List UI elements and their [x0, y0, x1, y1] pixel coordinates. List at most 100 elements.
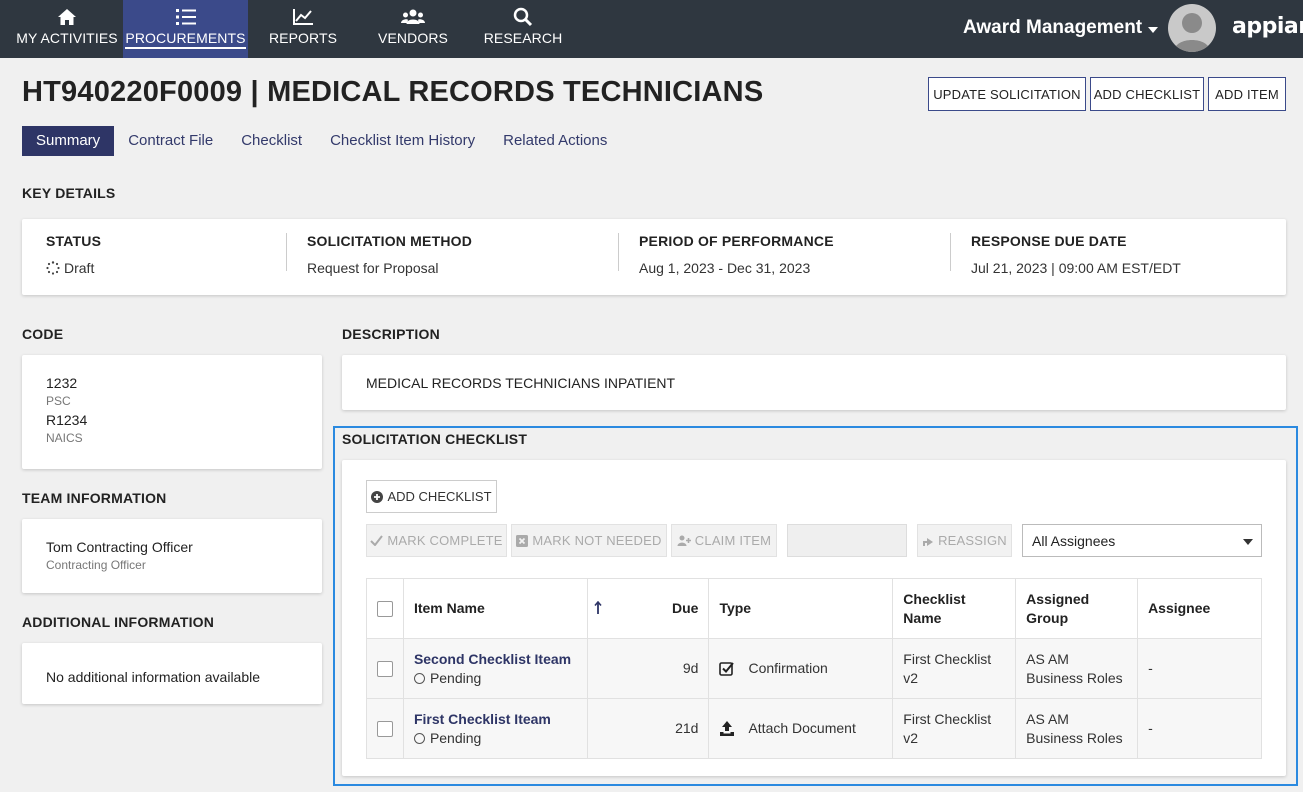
- item-name-link[interactable]: Second Checklist Iteam: [414, 650, 577, 669]
- col-checklist-name-line1: Checklist: [903, 590, 966, 607]
- status-heading: STATUS: [46, 233, 102, 249]
- table-row: First Checklist Iteam Pending 21d Attach…: [366, 698, 1262, 759]
- key-details-card: STATUS Draft SOLICITATION METHOD Request…: [22, 219, 1286, 295]
- assignee-picker-input[interactable]: [787, 524, 907, 557]
- period-heading: PERIOD OF PERFORMANCE: [639, 233, 834, 249]
- nav-label: REPORTS: [268, 30, 338, 46]
- pending-status-icon: [413, 732, 425, 744]
- chart-icon: [292, 6, 314, 28]
- top-nav-bar: MY ACTIVITIES PROCUREMENTS REPORTS VENDO…: [0, 0, 1303, 58]
- response-due-date-field: RESPONSE DUE DATE Jul 21, 2023 | 09:00 A…: [971, 233, 1181, 276]
- reassign-button[interactable]: REASSIGN: [917, 524, 1012, 557]
- divider: [286, 233, 287, 271]
- code-label: CODE: [22, 326, 64, 342]
- nav-item-research[interactable]: RESEARCH: [478, 0, 568, 58]
- item-status: Pending: [429, 669, 482, 686]
- due-cell: 21d: [586, 698, 710, 759]
- nav-label: VENDORS: [378, 30, 448, 46]
- type-cell: Attach Document: [708, 698, 894, 759]
- divider: [950, 233, 951, 271]
- users-icon: [401, 6, 425, 28]
- assigned-group-line1: AS AM: [1026, 650, 1069, 667]
- nav-label: RESEARCH: [483, 30, 563, 46]
- tab-checklist-item-history[interactable]: Checklist Item History: [316, 126, 489, 156]
- tab-related-actions[interactable]: Related Actions: [489, 126, 621, 156]
- tab-summary[interactable]: Summary: [22, 126, 115, 156]
- solicitation-method-heading: SOLICITATION METHOD: [307, 233, 473, 249]
- row-checkbox[interactable]: [376, 721, 393, 738]
- tab-checklist[interactable]: Checklist: [227, 126, 316, 156]
- type-cell: Confirmation: [708, 638, 894, 699]
- row-checkbox[interactable]: [376, 661, 393, 678]
- assignee-filter-dropdown[interactable]: All Assignees: [1022, 524, 1262, 557]
- checklist-name-cell: First Checklist v2: [892, 698, 1017, 759]
- col-due[interactable]: Due: [586, 578, 710, 639]
- add-item-button[interactable]: ADD ITEM: [1208, 77, 1286, 111]
- mark-not-needed-label: MARK NOT NEEDED: [532, 533, 662, 548]
- tab-bar: Summary Contract File Checklist Checklis…: [22, 126, 621, 156]
- col-assignee[interactable]: Assignee: [1137, 578, 1262, 639]
- item-name-cell: Second Checklist Iteam Pending: [402, 638, 588, 699]
- team-card: Tom Contracting Officer Contracting Offi…: [22, 519, 322, 593]
- assignee-cell: -: [1137, 638, 1262, 699]
- tab-contract-file[interactable]: Contract File: [114, 126, 227, 156]
- nav-item-reports[interactable]: REPORTS: [258, 0, 348, 58]
- sort-ascending-icon: [594, 601, 602, 614]
- row-select-cell: [366, 698, 404, 759]
- team-member-name: Tom Contracting Officer: [46, 539, 193, 555]
- home-icon: [57, 6, 77, 28]
- select-all-checkbox[interactable]: [376, 601, 393, 618]
- assigned-group-line1: AS AM: [1026, 710, 1069, 727]
- response-due-value: Jul 21, 2023 | 09:00 AM EST/EDT: [971, 260, 1181, 276]
- nav-item-procurements[interactable]: PROCUREMENTS: [123, 0, 248, 58]
- brand-logo: appian: [1232, 14, 1303, 39]
- code-card: 1232 PSC R1234 NAICS: [22, 355, 322, 469]
- checkbox-checked-icon: [719, 661, 735, 676]
- claim-item-button[interactable]: CLAIM ITEM: [671, 524, 777, 557]
- add-checklist-label: ADD CHECKLIST: [387, 489, 492, 504]
- description-card: MEDICAL RECORDS TECHNICIANS INPATIENT: [342, 355, 1286, 410]
- nav-label: MY ACTIVITIES: [16, 30, 118, 46]
- reassign-icon: [923, 537, 934, 546]
- user-plus-icon: [677, 535, 691, 546]
- additional-information-label: ADDITIONAL INFORMATION: [22, 614, 215, 630]
- psc-label: PSC: [46, 394, 71, 408]
- mark-not-needed-button[interactable]: MARK NOT NEEDED: [511, 524, 667, 557]
- add-checklist-inline-button[interactable]: ADD CHECKLIST: [366, 480, 497, 513]
- type-value: Attach Document: [748, 720, 856, 736]
- nav-item-vendors[interactable]: VENDORS: [368, 0, 458, 58]
- item-name-cell: First Checklist Iteam Pending: [402, 698, 588, 759]
- app-switcher[interactable]: Award Management: [963, 17, 1159, 39]
- due-cell: 9d: [586, 638, 710, 699]
- naics-value: R1234: [46, 412, 88, 428]
- table-header-row: Item Name Due Type Checklist Name Assign…: [366, 578, 1262, 639]
- item-name-link[interactable]: First Checklist Iteam: [414, 710, 577, 729]
- checklist-name-cell: First Checklist v2: [892, 638, 1017, 699]
- checklist-name-line2: v2: [903, 669, 919, 686]
- checklist-name-line1: First Checklist: [903, 710, 992, 727]
- col-assigned-group-line2: Group: [1026, 609, 1069, 626]
- plus-circle-icon: [371, 490, 384, 503]
- solicitation-method-field: SOLICITATION METHOD Request for Proposal: [307, 233, 472, 276]
- list-icon: [175, 6, 197, 28]
- col-item-name[interactable]: Item Name: [402, 578, 588, 639]
- key-details-label: KEY DETAILS: [22, 185, 116, 201]
- search-icon: [513, 6, 533, 28]
- assigned-group-line2: Business Roles: [1026, 669, 1123, 686]
- assignee-filter-value: All Assignees: [1032, 532, 1116, 549]
- update-solicitation-button[interactable]: UPDATE SOLICITATION: [928, 77, 1086, 111]
- assigned-group-cell: AS AM Business Roles: [1015, 698, 1139, 759]
- period-value: Aug 1, 2023 - Dec 31, 2023: [639, 260, 811, 276]
- nav-item-my-activities[interactable]: MY ACTIVITIES: [14, 0, 120, 58]
- checklist-name-line1: First Checklist: [903, 650, 992, 667]
- mark-complete-button[interactable]: MARK COMPLETE: [366, 524, 507, 557]
- chevron-down-icon: [1148, 26, 1159, 33]
- avatar[interactable]: [1168, 4, 1216, 52]
- row-select-cell: [366, 638, 404, 699]
- checklist-items-table: Item Name Due Type Checklist Name Assign…: [366, 578, 1262, 759]
- item-status: Pending: [429, 729, 482, 746]
- add-checklist-button[interactable]: ADD CHECKLIST: [1090, 77, 1204, 111]
- col-assigned-group[interactable]: Assigned Group: [1015, 578, 1139, 639]
- col-type[interactable]: Type: [708, 578, 894, 639]
- col-checklist-name[interactable]: Checklist Name: [892, 578, 1017, 639]
